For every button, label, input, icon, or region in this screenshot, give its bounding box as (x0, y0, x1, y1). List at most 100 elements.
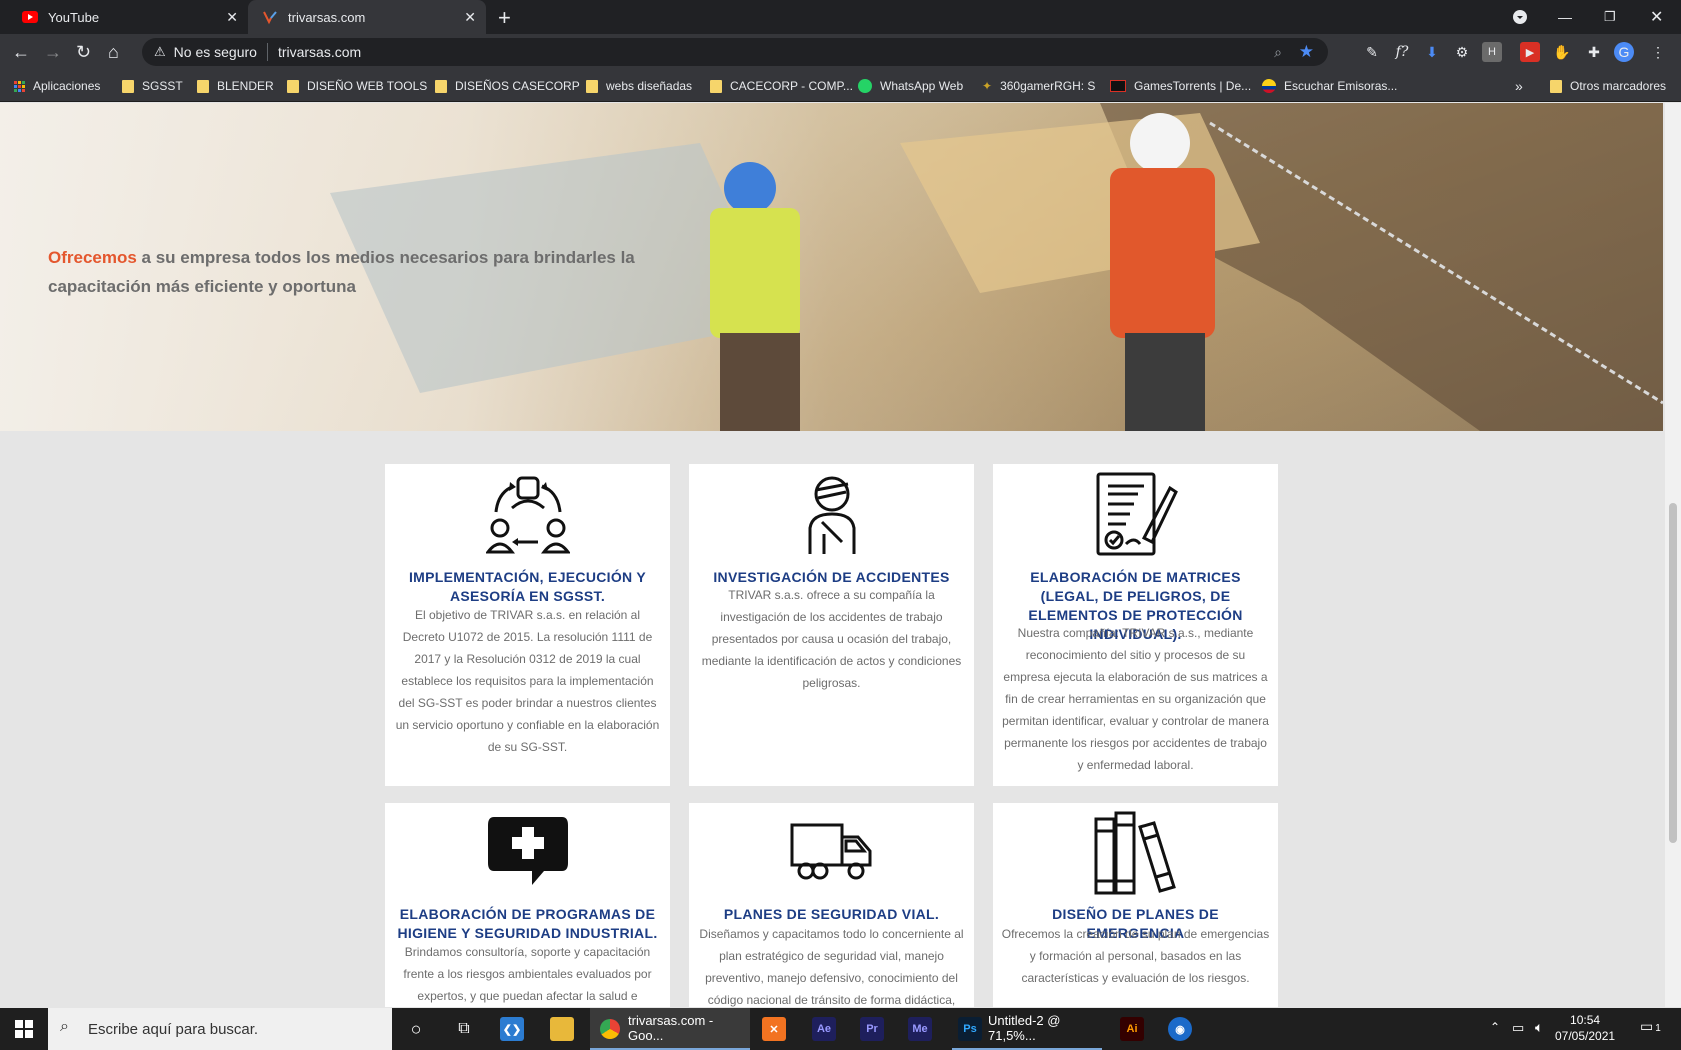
taskbar-chrome-window[interactable]: trivarsas.com - Goo... (590, 1008, 750, 1050)
close-tab-icon[interactable]: ✕ (226, 9, 238, 26)
card-body: Nuestra compañía: TRIVAR s.a.s., mediant… (1002, 626, 1269, 772)
team-cycle-icon (485, 476, 570, 554)
bookmark-360gamer[interactable]: ✦ 360gamerRGH: S (982, 76, 1095, 96)
card-body: El objetivo de TRIVAR s.a.s. en relación… (395, 608, 660, 754)
bookmark-label: webs diseñadas (606, 79, 693, 93)
bookmark-escuchar-emisoras[interactable]: Escuchar Emisoras... (1262, 76, 1397, 96)
service-card: ELABORACIÓN DE PROGRAMAS DE HIGIENE Y SE… (385, 803, 670, 1007)
folder-icon (710, 79, 722, 93)
extension-h-icon[interactable]: H (1482, 42, 1502, 62)
taskbar-photoshop-window[interactable]: Ps Untitled-2 @ 71,5%... (952, 1008, 1102, 1050)
vscode-icon[interactable]: ❮❯ (500, 1017, 524, 1041)
menu-kebab-icon[interactable]: ⋮ (1648, 42, 1668, 62)
home-icon[interactable]: ⌂ (108, 42, 119, 63)
bookmark-sgsst[interactable]: SGSST (122, 76, 183, 96)
reload-icon[interactable]: ↻ (76, 42, 91, 63)
new-tab-icon[interactable]: + (498, 5, 511, 31)
binders-icon (1094, 811, 1176, 895)
restore-icon[interactable]: ❐ (1604, 0, 1616, 34)
task-view-icon[interactable]: ⧉ (452, 1017, 476, 1041)
trivar-logo-icon (262, 9, 278, 25)
extension-gear-icon[interactable]: ⚙ (1452, 42, 1472, 62)
cortana-icon[interactable]: ○ (404, 1017, 428, 1041)
hero-text: a su empresa todos los medios necesarios… (48, 248, 635, 296)
card-body: TRIVAR s.a.s. ofrece a su compañía la in… (701, 588, 962, 690)
volume-icon[interactable]: 🔈︎ (1535, 1019, 1543, 1036)
taskbar-search-input[interactable]: ⌕ Escribe aquí para buscar. (48, 1008, 392, 1050)
hero-accent-word: Ofrecemos (48, 248, 137, 267)
network-icon[interactable]: ▭ (1512, 1020, 1524, 1036)
tab-search-icon[interactable] (1512, 0, 1528, 34)
scrollbar-thumb[interactable] (1669, 503, 1677, 843)
bookmarks-overflow-icon[interactable]: » (1515, 76, 1523, 96)
bookmark-gamestorrents[interactable]: GamesTorrents | De... (1110, 76, 1251, 96)
tray-chevron-icon[interactable]: ⌃ (1490, 1020, 1500, 1034)
file-explorer-icon[interactable] (550, 1017, 574, 1041)
firefox-icon[interactable]: ◉ (1168, 1017, 1192, 1041)
bookmark-label: DISEÑOS CASECORP (455, 79, 580, 93)
warning-icon: ⚠ (154, 44, 166, 59)
illustrator-icon[interactable]: Ai (1120, 1017, 1144, 1041)
clock-time: 10:54 (1570, 1013, 1601, 1027)
gamestorrents-icon (1110, 80, 1126, 92)
bookmark-otros-marcadores[interactable]: Otros marcadores (1550, 76, 1666, 96)
extensions-puzzle-icon[interactable]: ✚ (1584, 42, 1604, 62)
contract-signature-icon (1096, 472, 1178, 556)
minimize-icon[interactable]: — (1558, 0, 1572, 34)
clock-date: 07/05/2021 (1555, 1029, 1616, 1043)
tab-label: YouTube (48, 9, 100, 25)
chrome-window-label: trivarsas.com - Goo... (628, 1013, 714, 1043)
bookmark-cacecorp[interactable]: CACECORP - COMP... (710, 76, 853, 96)
profile-avatar[interactable]: G (1614, 42, 1634, 62)
xampp-icon[interactable]: ✕ (762, 1017, 786, 1041)
chrome-icon (600, 1019, 620, 1039)
colombia-flag-icon (1262, 79, 1276, 93)
bookmark-label: SGSST (142, 79, 183, 93)
tab-youtube[interactable]: YouTube ✕ (8, 0, 248, 34)
bookmark-star-icon[interactable]: ★ (1299, 42, 1314, 62)
folder-icon (287, 79, 299, 93)
media-encoder-icon[interactable]: Me (908, 1017, 932, 1041)
taskbar-clock[interactable]: 10:54 07/05/2021 (1555, 1012, 1615, 1044)
forward-icon[interactable]: → (44, 42, 62, 63)
bookmark-label: CACECORP - COMP... (730, 79, 853, 93)
page-scrollbar[interactable] (1665, 103, 1681, 1007)
folder-icon (1550, 79, 1562, 93)
card-body: Diseñamos y capacitamos todo lo concerni… (699, 927, 964, 1007)
search-placeholder: Escribe aquí para buscar. (88, 1020, 259, 1038)
card-title: PLANES DE SEGURIDAD VIAL. (723, 906, 940, 922)
bookmark-diseno-web-tools[interactable]: DISEÑO WEB TOOLS (287, 76, 427, 96)
bookmark-blender[interactable]: BLENDER (197, 76, 274, 96)
back-icon[interactable]: ← (12, 42, 30, 63)
notification-center-icon[interactable]: ▭ 1 (1640, 1018, 1661, 1035)
after-effects-icon[interactable]: Ae (812, 1017, 836, 1041)
url-text[interactable]: trivarsas.com (278, 44, 361, 60)
zoom-icon[interactable]: ⌕ (1274, 44, 1282, 61)
security-label[interactable]: No es seguro (174, 44, 257, 60)
window-close-icon[interactable]: ✕ (1650, 0, 1663, 34)
whatsapp-icon (858, 79, 872, 93)
bookmark-apps[interactable]: Aplicaciones (14, 76, 100, 96)
service-card: PLANES DE SEGURIDAD VIAL. Diseñamos y ca… (689, 803, 974, 1007)
extension-hand-icon[interactable]: ✋ (1552, 42, 1572, 62)
windows-start-icon[interactable] (0, 1008, 48, 1050)
bookmark-disenos-casecorp[interactable]: DISEÑOS CASECORP (435, 76, 580, 96)
hero-tagline: Ofrecemos a su empresa todos los medios … (48, 243, 668, 301)
bookmark-whatsapp[interactable]: WhatsApp Web (858, 76, 963, 96)
tab-trivarsas[interactable]: trivarsas.com ✕ (248, 0, 486, 34)
extension-media-icon[interactable]: ▶ (1520, 42, 1540, 62)
hero-banner: Ofrecemos a su empresa todos los medios … (0, 103, 1663, 431)
notification-count: 1 (1655, 1023, 1661, 1034)
address-bar[interactable]: ⚠ No es seguro trivarsas.com ⌕ ★ (142, 38, 1328, 66)
service-card: INVESTIGACIÓN DE ACCIDENTES TRIVAR s.a.s… (689, 464, 974, 786)
premiere-icon[interactable]: Pr (860, 1017, 884, 1041)
bookmark-label: GamesTorrents | De... (1134, 79, 1252, 93)
service-card: DISEÑO DE PLANES DE EMERGENCIA Ofrecemos… (993, 803, 1278, 1007)
extension-formula-icon[interactable]: f? (1392, 42, 1412, 62)
folder-icon (586, 79, 598, 93)
bookmark-webs-disenadas[interactable]: webs diseñadas (586, 76, 692, 96)
web-page: Ofrecemos a su empresa todos los medios … (0, 103, 1665, 1007)
extension-download-icon[interactable]: ⬇ (1422, 42, 1442, 62)
extension-pen-icon[interactable]: ✎ (1362, 42, 1382, 62)
close-tab-icon[interactable]: ✕ (464, 9, 476, 26)
